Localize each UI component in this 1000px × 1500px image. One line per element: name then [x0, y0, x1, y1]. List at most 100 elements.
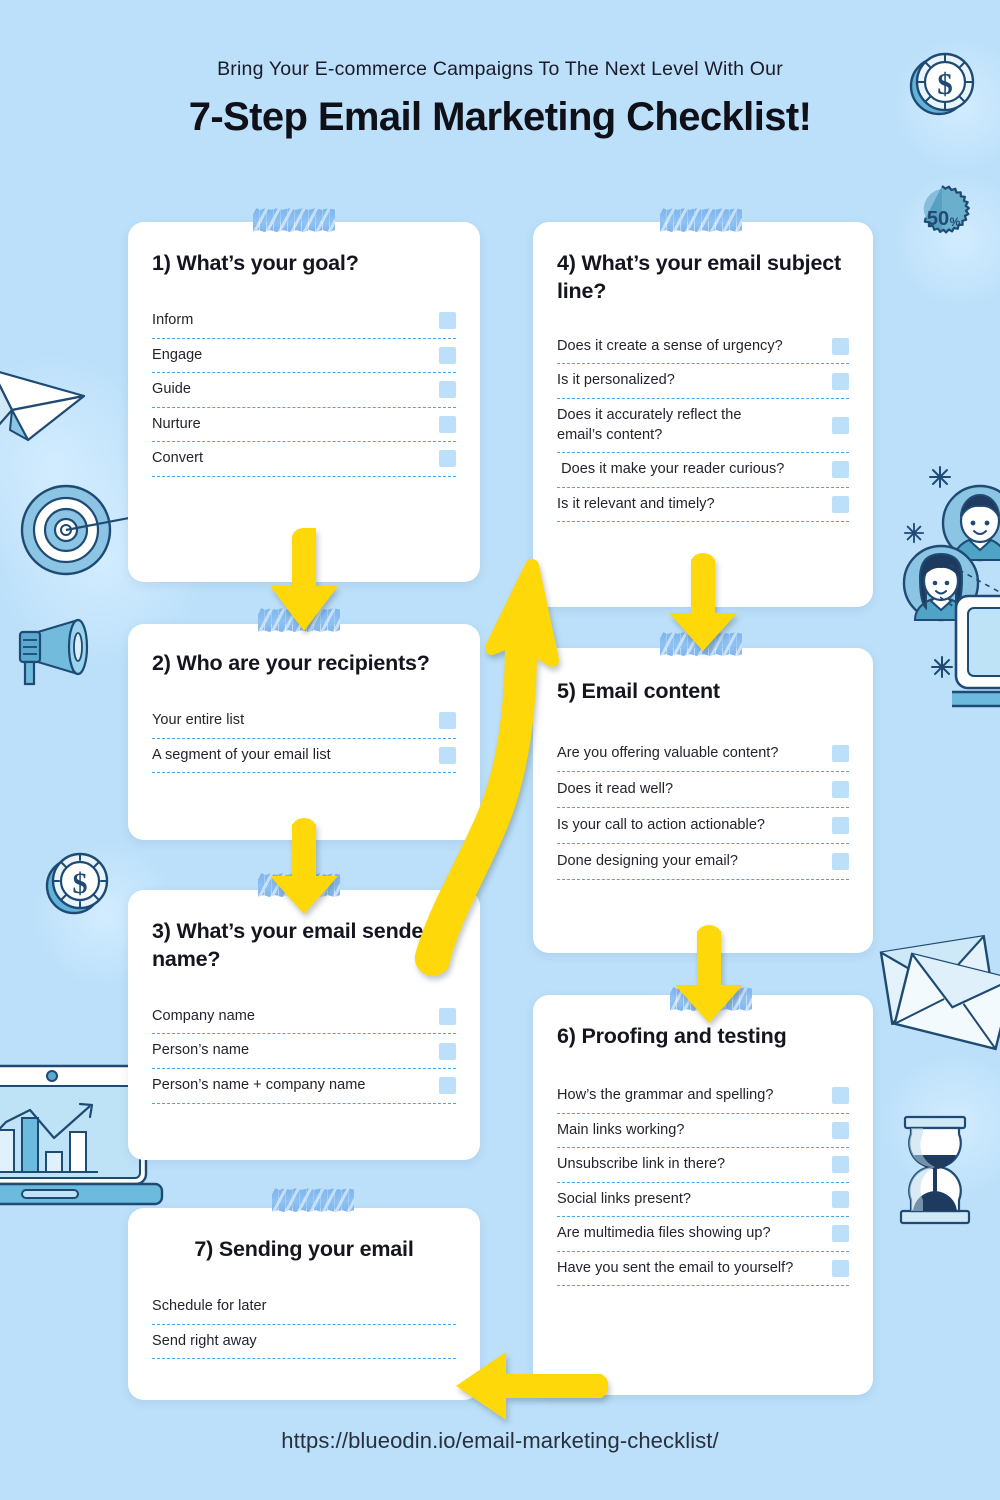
checkbox[interactable]: [832, 780, 849, 798]
card-title: 4) What’s your email subject line?: [557, 251, 841, 303]
checklist-row[interactable]: Does it make your reader curious?: [557, 453, 849, 488]
checkbox[interactable]: [439, 415, 456, 433]
checklist-label: Is it personalized?: [557, 372, 675, 389]
checklist-label: Social links present?: [557, 1190, 692, 1207]
checkbox[interactable]: [832, 338, 849, 356]
page-title: 7-Step Email Marketing Checklist!: [188, 95, 812, 139]
checkbox[interactable]: [832, 852, 849, 870]
checklist-row[interactable]: Does it accurately reflect the email’s c…: [557, 399, 849, 454]
footer-url[interactable]: https://blueodin.io/email-marketing-chec…: [0, 1428, 1000, 1454]
checklist-row[interactable]: Guide: [152, 373, 456, 408]
checklist-label: Nurture: [152, 415, 201, 432]
card-items: Does it create a sense of urgency? Is it…: [557, 330, 849, 523]
card-title: 7) Sending your email: [194, 1237, 414, 1261]
checkbox[interactable]: [832, 1121, 849, 1139]
checklist-label: Does it create a sense of urgency?: [557, 337, 783, 354]
dollar-coin-icon: $: [42, 848, 114, 920]
infographic-page: $ 50 % $ Bring Your E-commerce Campaigns…: [0, 0, 1000, 1500]
checklist-row[interactable]: Main links working?: [557, 1114, 849, 1149]
sparkle-icon: [930, 655, 954, 679]
checklist-label: Your entire list: [152, 711, 245, 728]
checklist-label: Does it accurately reflect the email’s c…: [557, 407, 742, 443]
card-items: Company name Person’s name Person’s name…: [152, 1000, 456, 1104]
checklist-row[interactable]: Is your call to action actionable?: [557, 808, 849, 844]
checklist-row[interactable]: Social links present?: [557, 1183, 849, 1218]
checkbox[interactable]: [439, 312, 456, 330]
checklist-row[interactable]: Nurture: [152, 408, 456, 443]
checkbox[interactable]: [832, 1190, 849, 1208]
svg-text:%: %: [950, 215, 961, 229]
checkbox[interactable]: [439, 346, 456, 364]
checklist-row[interactable]: Person’s name + company name: [152, 1069, 456, 1104]
checkbox[interactable]: [832, 1156, 849, 1174]
checkbox[interactable]: [832, 417, 849, 435]
card-items: Schedule for later Send right away: [152, 1290, 456, 1360]
monitor-icon: [952, 592, 1000, 722]
card-step-7: 7) Sending your email Schedule for later…: [128, 1208, 480, 1400]
arrow-card3-to-card4: [400, 520, 570, 976]
card-title: 1) What’s your goal?: [152, 251, 359, 275]
checklist-row[interactable]: Inform: [152, 304, 456, 339]
checklist-row[interactable]: Done designing your email?: [557, 844, 849, 880]
checkbox[interactable]: [439, 1077, 456, 1095]
checklist-row[interactable]: Are you offering valuable content?: [557, 736, 849, 772]
fifty-percent-badge-icon: 50 %: [908, 183, 976, 251]
checkbox[interactable]: [832, 495, 849, 513]
checkbox[interactable]: [832, 1225, 849, 1243]
checklist-label: Is your call to action actionable?: [557, 816, 766, 833]
checklist-row[interactable]: Engage: [152, 339, 456, 374]
checklist-row[interactable]: Company name: [152, 1000, 456, 1035]
card-items: How’s the grammar and spelling? Main lin…: [557, 1079, 849, 1287]
checklist-row[interactable]: Convert: [152, 442, 456, 477]
checklist-row[interactable]: Does it read well?: [557, 772, 849, 808]
checklist-row[interactable]: Unsubscribe link in there?: [557, 1148, 849, 1183]
envelopes-icon: [878, 930, 1000, 1060]
arrow-card6-to-card7: [448, 1348, 608, 1424]
checkbox[interactable]: [832, 744, 849, 762]
header-subtitle: Bring Your E-commerce Campaigns To The N…: [217, 58, 783, 80]
checklist-row[interactable]: Does it create a sense of urgency?: [557, 330, 849, 365]
page-header: Bring Your E-commerce Campaigns To The N…: [0, 58, 1000, 140]
checkbox[interactable]: [439, 1008, 456, 1026]
sparkle-icon: [903, 522, 925, 544]
checklist-label: Are multimedia files showing up?: [557, 1225, 771, 1242]
checklist-row[interactable]: Is it personalized?: [557, 364, 849, 399]
checklist-label: Are you offering valuable content?: [557, 744, 779, 761]
checklist-row[interactable]: Have you sent the email to yourself?: [557, 1252, 849, 1287]
checkbox[interactable]: [832, 372, 849, 390]
checklist-row[interactable]: Are multimedia files showing up?: [557, 1217, 849, 1252]
checkbox[interactable]: [832, 1087, 849, 1105]
checklist-row[interactable]: Send right away: [152, 1325, 456, 1360]
arrow-card1-to-card2: [266, 528, 342, 633]
arrow-card2-to-card3: [266, 818, 342, 916]
checklist-label: A segment of your email list: [152, 746, 331, 763]
tape-card-7: [272, 1188, 354, 1212]
checklist-label: Have you sent the email to yourself?: [557, 1259, 794, 1276]
checklist-label: Does it make your reader curious?: [557, 461, 785, 478]
checklist-label: Is it relevant and timely?: [557, 495, 715, 512]
checkbox[interactable]: [832, 1260, 849, 1278]
checkbox[interactable]: [832, 461, 849, 479]
checklist-label: Person’s name: [152, 1042, 250, 1059]
checklist-row[interactable]: Schedule for later: [152, 1290, 456, 1325]
checkbox[interactable]: [439, 1042, 456, 1060]
checklist-row[interactable]: Is it relevant and timely?: [557, 488, 849, 523]
svg-text:$: $: [73, 867, 88, 900]
checklist-row[interactable]: How’s the grammar and spelling?: [557, 1079, 849, 1114]
tape-card-4: [660, 208, 742, 232]
checkbox[interactable]: [832, 816, 849, 834]
checklist-row[interactable]: Person’s name: [152, 1034, 456, 1069]
card-title: 6) Proofing and testing: [557, 1024, 787, 1048]
card-step-5: 5) Email content Are you offering valuab…: [533, 648, 873, 953]
checklist-label: Person’s name + company name: [152, 1077, 366, 1093]
checkbox[interactable]: [439, 450, 456, 468]
checkbox[interactable]: [439, 381, 456, 399]
checklist-label: Main links working?: [557, 1121, 685, 1138]
checklist-label: Guide: [152, 381, 191, 398]
checklist-label: Engage: [152, 346, 203, 363]
megaphone-icon: [12, 612, 98, 692]
paper-plane-icon: [0, 358, 98, 453]
sparkle-icon: [928, 465, 952, 489]
svg-text:50: 50: [927, 208, 949, 230]
card-items: Inform Engage Guide Nurture Convert: [152, 304, 456, 477]
